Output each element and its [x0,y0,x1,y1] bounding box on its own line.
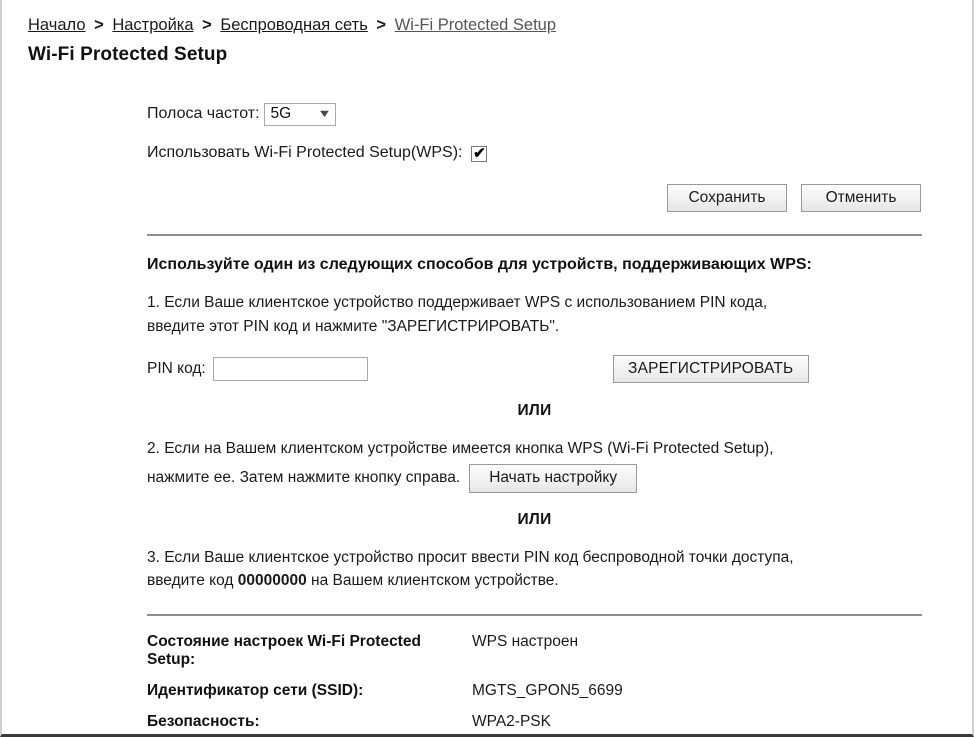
check-icon: ✔ [473,144,486,162]
start-setup-button[interactable]: Начать настройку [469,463,638,493]
status-value-ssid: MGTS_GPON5_6699 [472,681,623,699]
status-row: Безопасность: WPA2-PSK [147,713,922,731]
wps-enable-row: Использовать Wi-Fi Protected Setup(WPS):… [147,139,922,167]
pin-label: PIN код: [147,360,206,378]
step-3-text: 3. Если Ваше клиентское устройство проси… [147,546,922,593]
step-3-line-2-post: на Вашем клиентском устройстве. [311,572,559,590]
step-2-line-1: 2. Если на Вашем клиентском устройстве и… [147,440,774,458]
status-row: Состояние настроек Wi-Fi Protected Setup… [147,633,922,669]
step-1-line-2: введите этот PIN код и нажмите "ЗАРЕГИСТ… [147,317,560,335]
step-3-line-1: 3. Если Ваше клиентское устройство проси… [147,548,794,566]
save-button[interactable]: Сохранить [667,184,787,212]
status-table: Состояние настроек Wi-Fi Protected Setup… [147,633,922,731]
band-select-value: 5G [270,105,292,123]
breadcrumb-item-wps[interactable]: Wi-Fi Protected Setup [395,16,556,34]
pin-input[interactable] [212,357,368,382]
breadcrumb-separator: > [94,16,104,34]
pin-row: PIN код: ЗАРЕГИСТРИРОВАТЬ [147,354,922,384]
step-3-line-2-row: введите код 00000000 на Вашем клиентском… [147,569,922,593]
cancel-button[interactable]: Отменить [801,184,921,212]
content-column: Полоса частот: 5G ▼ Использовать Wi-Fi P… [147,100,922,731]
breadcrumb: Начало > Настройка > Беспроводная сеть >… [28,16,556,35]
step-2-text: 2. Если на Вашем клиентском устройстве и… [147,437,922,493]
register-button[interactable]: ЗАРЕГИСТРИРОВАТЬ [612,355,809,384]
step-1-text: 1. Если Ваше клиентское устройство подде… [147,291,922,338]
band-select[interactable]: 5G ▼ [263,102,336,126]
breadcrumb-item-setup[interactable]: Настройка [112,16,193,34]
instructions-heading: Используйте один из следующих способов д… [147,256,812,273]
band-row: Полоса частот: 5G ▼ [147,100,922,128]
breadcrumb-separator: > [376,16,387,34]
status-row: Идентификатор сети (SSID): MGTS_GPON5_66… [147,682,922,700]
step-2-line-2-row: нажмите ее. Затем нажмите кнопку справа.… [147,463,922,493]
step-2-line-2: нажмите ее. Затем нажмите кнопку справа. [147,469,461,487]
wps-enable-label: Использовать Wi-Fi Protected Setup(WPS): [147,144,463,161]
band-label: Полоса частот: [147,105,260,122]
breadcrumb-item-wireless[interactable]: Беспроводная сеть [220,16,367,34]
or-separator-2: ИЛИ [517,510,552,528]
breadcrumb-separator: > [202,16,212,34]
router-admin-page: Начало > Настройка > Беспроводная сеть >… [0,0,974,737]
step-1-line-1: 1. Если Ваше клиентское устройство подде… [147,294,768,311]
divider-top [147,234,922,236]
step-3-line-2-pre: введите код [147,572,234,590]
chevron-down-icon: ▼ [316,107,332,120]
wps-enable-checkbox[interactable]: ✔ [471,144,488,162]
or-separator-1: ИЛИ [517,402,552,420]
breadcrumb-item-home[interactable]: Начало [28,16,86,34]
divider-bottom [147,613,922,616]
device-pin-code: 00000000 [237,572,307,590]
status-key-wps-state: Состояние настроек Wi-Fi Protected Setup… [147,632,421,668]
status-value-security: WPA2-PSK [472,712,551,730]
status-key-security: Безопасность: [147,712,260,730]
action-buttons: Сохранить Отменить [147,184,922,212]
page-title: Wi-Fi Protected Setup [28,44,228,65]
status-value-wps-state: WPS настроен [472,632,579,650]
status-key-ssid: Идентификатор сети (SSID): [147,681,364,699]
